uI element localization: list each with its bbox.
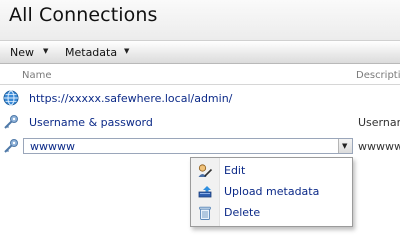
column-header: Name Descriptio bbox=[0, 68, 400, 85]
connection-description: Usernam bbox=[358, 116, 400, 129]
connection-name-editor[interactable]: wwwww ▼ bbox=[23, 138, 353, 154]
menu-item-upload-metadata[interactable]: Upload metadata bbox=[191, 182, 352, 202]
menu-item-delete[interactable]: Delete bbox=[191, 203, 352, 223]
row-actions-dropdown-button[interactable]: ▼ bbox=[338, 139, 352, 153]
upload-icon bbox=[198, 186, 212, 198]
row-context-menu: Edit Upload metadata Delete bbox=[190, 157, 353, 227]
connection-name-value[interactable]: wwwww bbox=[30, 140, 75, 153]
metadata-dropdown-arrow-icon[interactable]: ▼ bbox=[124, 47, 129, 55]
edit-icon bbox=[198, 164, 213, 177]
column-name[interactable]: Name bbox=[22, 70, 52, 81]
trash-icon bbox=[199, 206, 211, 220]
menu-item-label: Upload metadata bbox=[224, 185, 320, 198]
new-dropdown-arrow-icon[interactable]: ▼ bbox=[43, 47, 48, 55]
chevron-down-icon: ▼ bbox=[342, 142, 348, 150]
column-description[interactable]: Descriptio bbox=[356, 70, 400, 81]
page-title: All Connections bbox=[9, 4, 158, 26]
connection-description: wwwww bbox=[358, 140, 400, 153]
connection-name[interactable]: https://xxxxx.safewhere.local/admin/ bbox=[29, 92, 232, 105]
menu-item-edit[interactable]: Edit bbox=[191, 161, 352, 181]
key-icon bbox=[4, 139, 18, 153]
key-icon bbox=[4, 115, 18, 129]
toolbar: New ▼ Metadata ▼ bbox=[0, 40, 400, 64]
menu-item-label: Delete bbox=[224, 206, 261, 219]
new-button[interactable]: New bbox=[10, 46, 34, 59]
header: All Connections bbox=[0, 0, 400, 40]
connection-name[interactable]: Username & password bbox=[29, 116, 153, 129]
globe-icon bbox=[3, 90, 19, 106]
menu-item-label: Edit bbox=[224, 164, 246, 177]
metadata-button[interactable]: Metadata bbox=[65, 46, 117, 59]
